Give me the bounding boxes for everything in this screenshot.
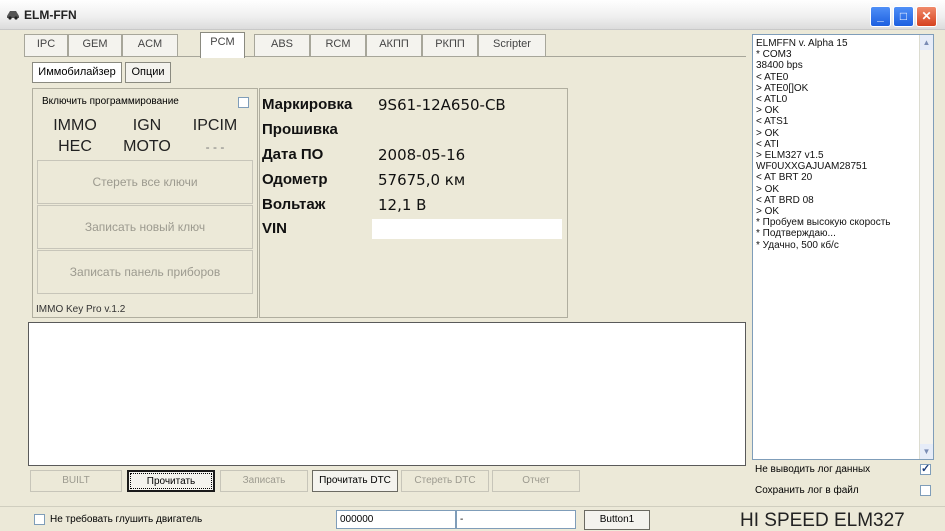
no-engine-stop-checkbox[interactable] xyxy=(34,514,45,525)
no-log-output-label: Не выводить лог данных xyxy=(755,464,871,475)
log-line: < ATS1 xyxy=(756,116,789,128)
log-line: < AT BRD 08 xyxy=(756,194,814,206)
ipcim-button[interactable]: IPCIM xyxy=(179,117,251,135)
read-button[interactable]: Прочитать xyxy=(127,470,215,492)
enable-programming-checkbox[interactable] xyxy=(238,97,249,108)
firmware-label: Прошивка xyxy=(262,121,338,138)
log-line: > OK xyxy=(756,105,780,117)
write-button[interactable]: Записать xyxy=(220,470,308,492)
output-area[interactable] xyxy=(28,322,746,466)
save-log-label: Сохранить лог в файл xyxy=(755,485,859,496)
value-input[interactable]: 000000 xyxy=(336,510,456,529)
log-line: * COM3 xyxy=(756,49,792,61)
vin-label: VIN xyxy=(262,220,288,237)
hi-speed-label: HI SPEED ELM327 xyxy=(740,510,905,531)
tab-ipc[interactable]: IPC xyxy=(24,34,68,56)
minimize-button[interactable]: _ xyxy=(870,6,891,27)
moto-button[interactable]: MOTO xyxy=(115,138,179,156)
log-line: < AT BRT 20 xyxy=(756,172,813,184)
enable-programming-label: Включить программирование xyxy=(42,96,179,107)
immo-version-label: IMMO Key Pro v.1.2 xyxy=(36,304,126,315)
blank-button[interactable]: - - - xyxy=(179,140,251,154)
maximize-button[interactable]: □ xyxy=(893,6,914,27)
odometer-value: 57675,0 км xyxy=(378,171,466,189)
read-dtc-button[interactable]: Прочитать DTC xyxy=(312,470,398,492)
scroll-down-icon[interactable]: ▼ xyxy=(920,444,933,459)
write-instrument-panel-button[interactable]: Записать панель приборов xyxy=(37,250,253,294)
log-line: > ELM327 v1.5 xyxy=(756,150,824,161)
app-icon xyxy=(7,11,19,20)
tab-rcm[interactable]: RCM xyxy=(310,34,366,56)
log-scrollbar[interactable]: ▲ ▼ xyxy=(919,35,933,459)
subtab-options[interactable]: Опции xyxy=(125,62,171,83)
tab-rkpp[interactable]: РКПП xyxy=(422,34,478,56)
tab-akpp[interactable]: АКПП xyxy=(366,34,422,56)
tab-divider xyxy=(24,56,746,57)
log-line: > ATE0[]OK xyxy=(756,82,809,94)
built-button[interactable]: BUILT xyxy=(30,470,122,492)
subtab-immobilizer[interactable]: Иммобилайзер xyxy=(32,62,122,83)
ign-button[interactable]: IGN xyxy=(115,117,179,135)
log-line: > OK xyxy=(756,206,780,217)
marking-label: Маркировка xyxy=(262,96,353,113)
log-panel[interactable]: ELMFFN v. Alpha 15 * COM3 38400 bps < ATE0 >… xyxy=(752,34,934,460)
tab-abs[interactable]: ABS xyxy=(254,34,310,56)
marking-value: 9S61-12A650-CB xyxy=(378,96,506,114)
log-line: < ATE0 xyxy=(756,71,789,83)
log-line: * Удачно, 500 кб/с xyxy=(756,239,839,251)
tab-pcm[interactable]: PCM xyxy=(200,32,245,58)
log-line: WF0UXXGAJUAM28751 xyxy=(756,161,868,173)
save-log-checkbox[interactable] xyxy=(920,485,931,496)
log-line: < ATI xyxy=(756,138,779,150)
log-line: * Пробуем высокую скорость xyxy=(756,217,891,229)
tab-acm[interactable]: ACM xyxy=(122,34,178,56)
software-date-label: Дата ПО xyxy=(262,146,324,163)
voltage-label: Вольтаж xyxy=(262,196,326,213)
immo-button[interactable]: IMMO xyxy=(43,117,107,135)
no-engine-stop-label: Не требовать глушить двигатель xyxy=(50,514,203,525)
close-button[interactable]: ✕ xyxy=(916,6,937,27)
write-new-key-button[interactable]: Записать новый ключ xyxy=(37,205,253,249)
title-bar: ELM-FFN _ □ ✕ xyxy=(0,0,945,30)
erase-all-keys-button[interactable]: Стереть все ключи xyxy=(37,160,253,204)
scroll-up-icon[interactable]: ▲ xyxy=(920,35,933,50)
odometer-label: Одометр xyxy=(262,171,328,188)
log-line: > OK xyxy=(756,127,780,139)
clear-dtc-button[interactable]: Стереть DTC xyxy=(401,470,489,492)
report-button[interactable]: Отчет xyxy=(492,470,580,492)
log-line: 38400 bps xyxy=(756,60,803,72)
secondary-input[interactable]: - xyxy=(456,510,576,529)
hec-button[interactable]: HEC xyxy=(43,138,107,156)
voltage-value: 12,1 В xyxy=(378,196,427,214)
log-line: < ATL0 xyxy=(756,94,788,105)
log-line: ELMFFN v. Alpha 15 xyxy=(756,38,848,49)
software-date-value: 2008-05-16 xyxy=(378,146,466,164)
button1[interactable]: Button1 xyxy=(584,510,650,530)
tab-gem[interactable]: GEM xyxy=(68,34,122,56)
log-line: > OK xyxy=(756,183,780,195)
log-line: * Подтверждаю... xyxy=(756,228,836,240)
no-log-output-checkbox[interactable] xyxy=(920,462,931,475)
window-title: ELM-FFN xyxy=(24,8,77,22)
vin-value-redacted xyxy=(372,219,562,239)
tab-scripter[interactable]: Scripter xyxy=(478,34,546,56)
